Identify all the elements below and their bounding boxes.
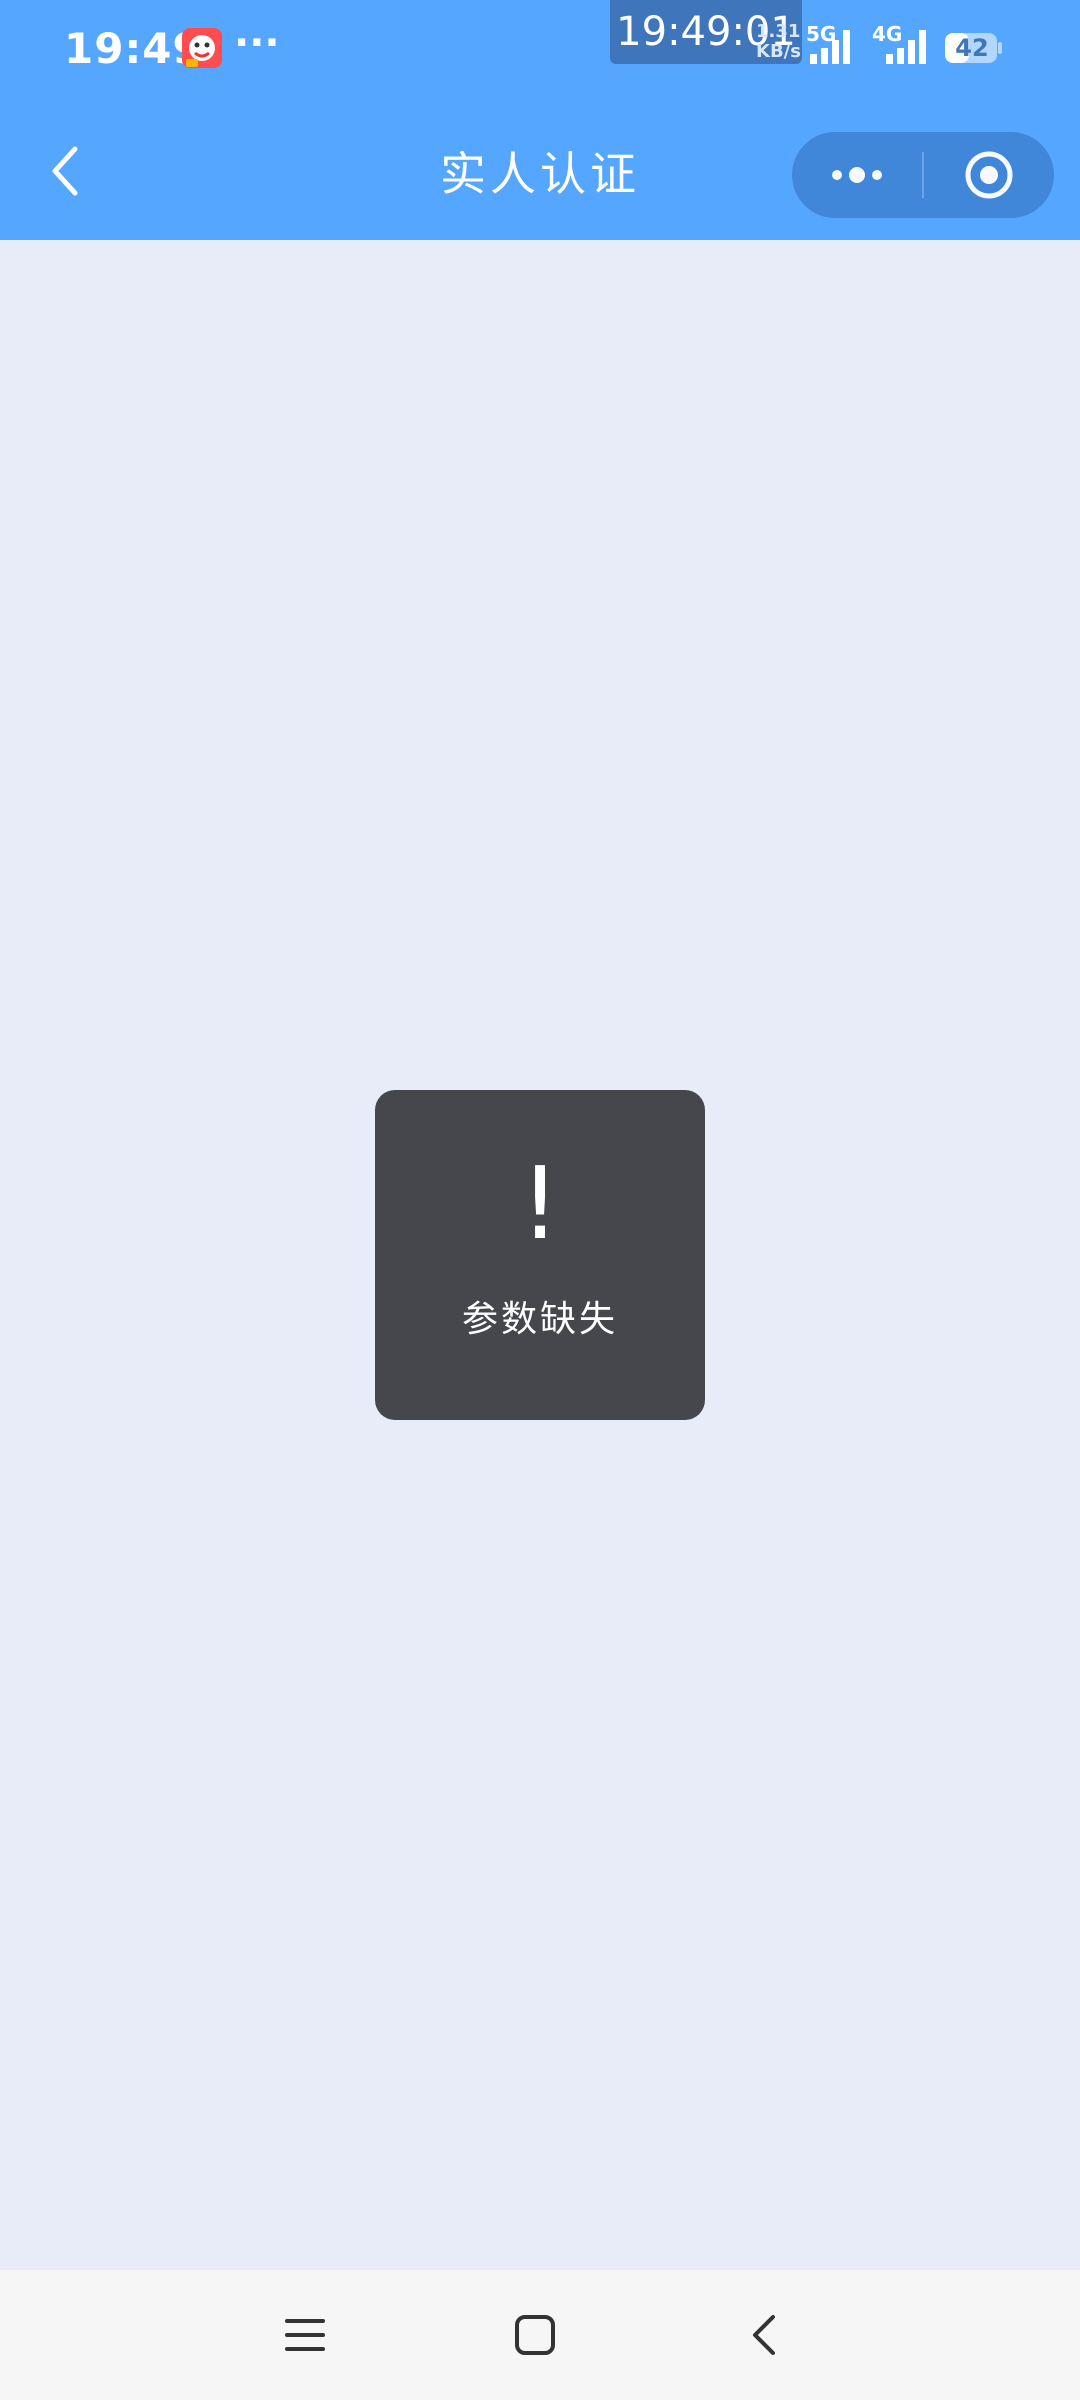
chevron-left-icon xyxy=(52,146,78,196)
red-mascot-icon xyxy=(182,28,222,68)
more-button[interactable] xyxy=(792,132,922,218)
system-nav-bar xyxy=(0,2270,1080,2400)
back-chevron-icon xyxy=(753,2315,775,2355)
toast-message: 参数缺失 xyxy=(461,1299,618,1340)
menu-lines-icon xyxy=(285,2319,325,2351)
battery-level: 42 xyxy=(955,34,989,62)
home-square-icon xyxy=(515,2315,555,2355)
more-dots-icon xyxy=(832,167,882,183)
signal-4g-icon xyxy=(886,30,926,64)
signal-5g-icon xyxy=(810,30,850,64)
home-button[interactable] xyxy=(490,2298,580,2372)
error-toast: ! 参数缺失 xyxy=(375,1090,705,1420)
network-speed-value: 1.31 xyxy=(756,21,801,42)
recent-apps-button[interactable] xyxy=(260,2298,350,2372)
status-more-dots: ··· xyxy=(234,20,280,66)
mini-program-capsule xyxy=(792,132,1054,218)
exclamation-icon: ! xyxy=(519,1145,561,1262)
back-button[interactable] xyxy=(30,136,100,206)
nav-bar: 实人认证 xyxy=(0,100,1080,240)
network-speed-unit: KB/s xyxy=(756,41,801,62)
system-back-button[interactable] xyxy=(720,2298,810,2372)
status-bar: 19:49 ··· 19:49:01 1.31 KB/s 5G 4G 42 xyxy=(0,0,1080,100)
target-close-icon xyxy=(965,151,1013,199)
close-button[interactable] xyxy=(924,132,1054,218)
network-speed: 1.31 KB/s xyxy=(756,21,801,62)
